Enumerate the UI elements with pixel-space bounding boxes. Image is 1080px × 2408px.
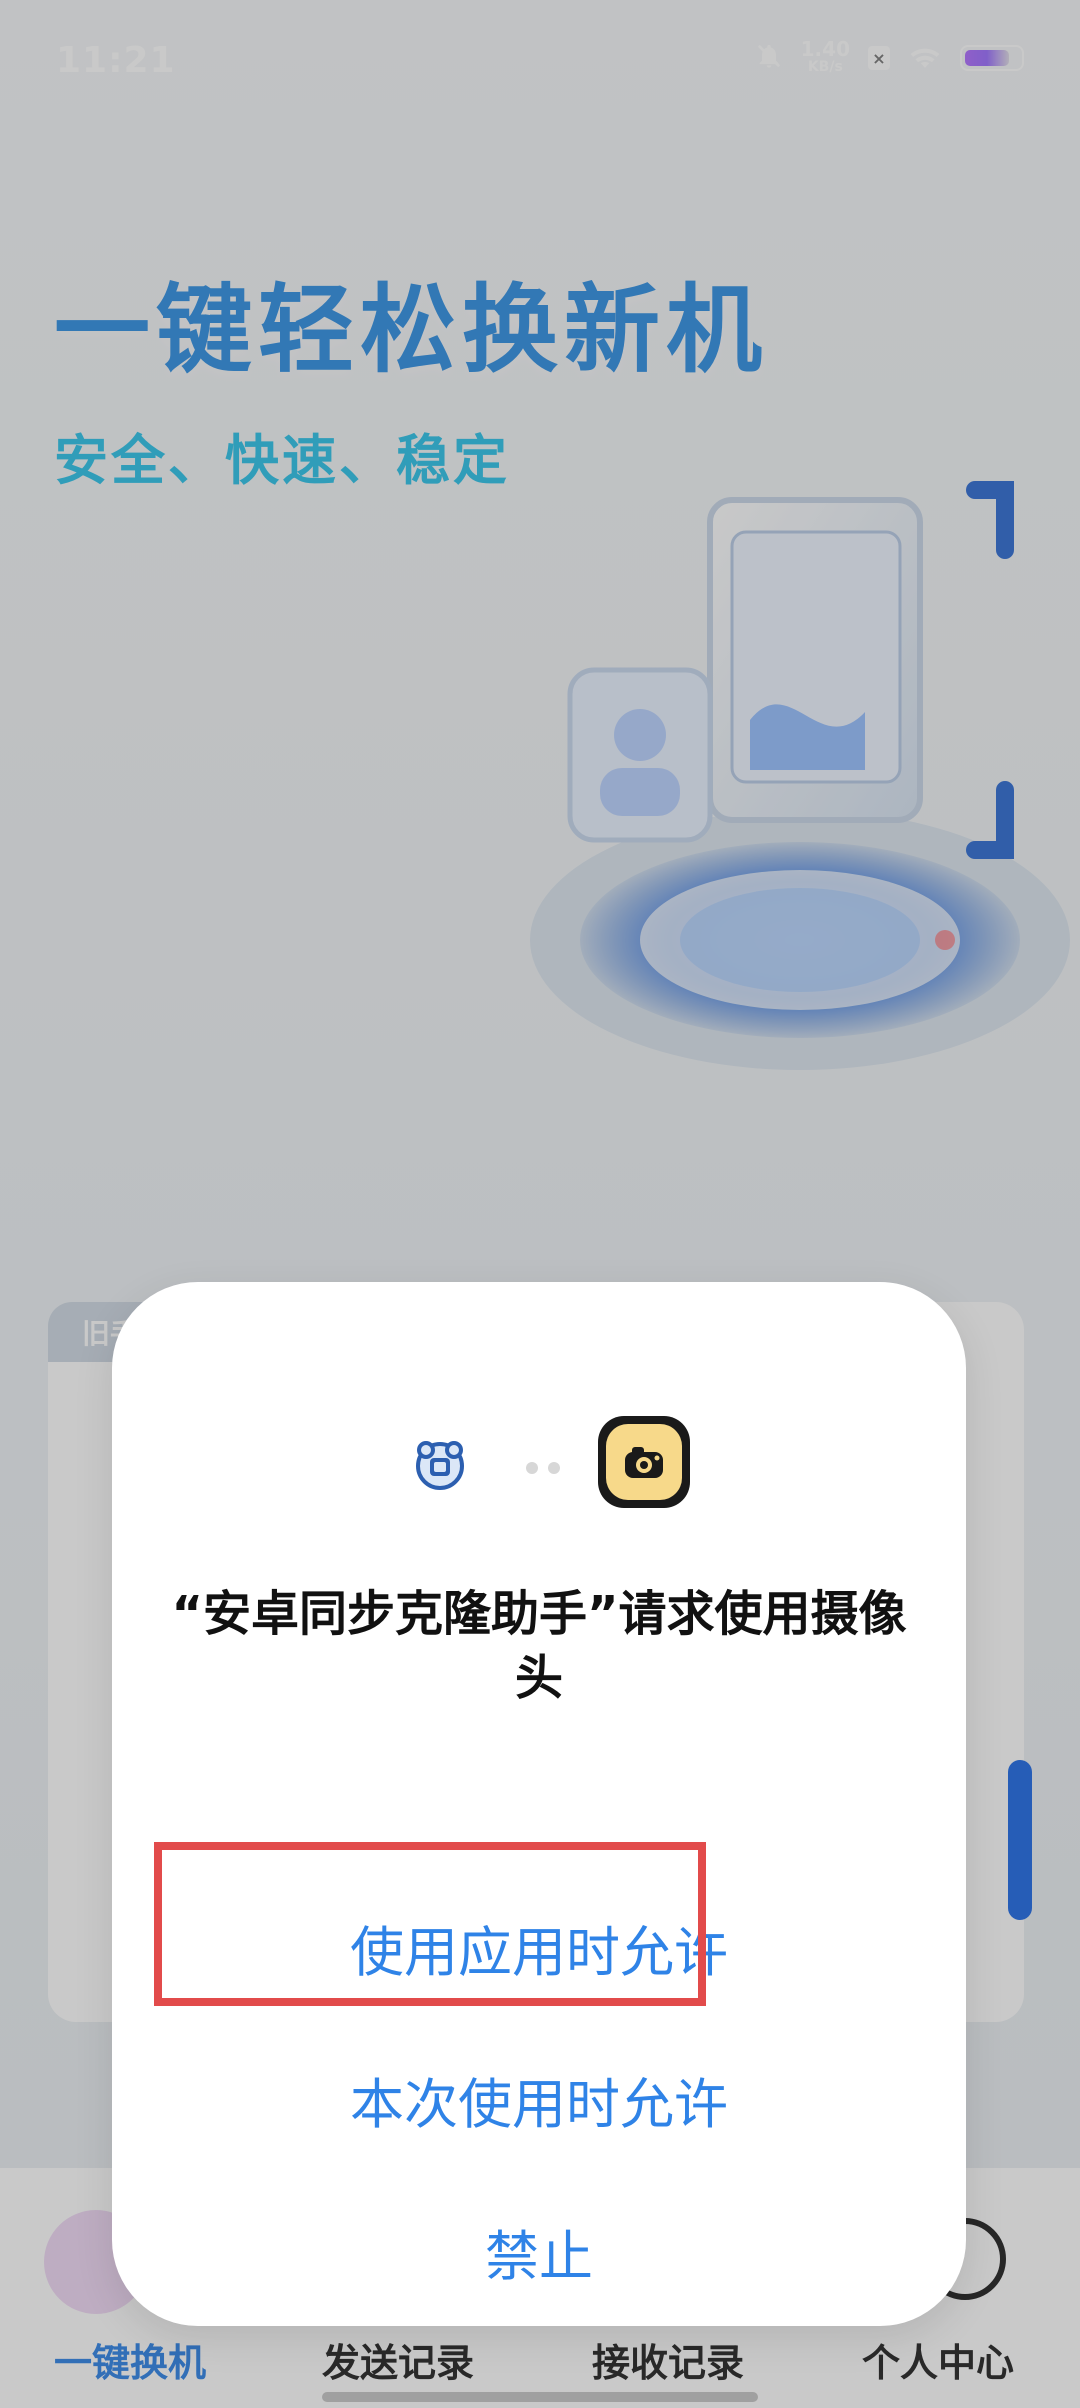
permission-title: “安卓同步克隆助手”请求使用摄像头 bbox=[171, 1586, 907, 1706]
allow-this-time-button[interactable]: 本次使用时允许 bbox=[112, 2060, 966, 2139]
permission-connector bbox=[526, 1462, 570, 1474]
app-icon bbox=[412, 1436, 468, 1492]
connector-dot bbox=[548, 1462, 560, 1474]
camera-icon bbox=[598, 1416, 690, 1508]
deny-button[interactable]: 禁止 bbox=[112, 2212, 966, 2291]
highlight-box bbox=[154, 1842, 706, 2006]
permission-icons bbox=[112, 1416, 966, 1526]
permission-dialog: “安卓同步克隆助手”请求使用摄像头 使用应用时允许 本次使用时允许 禁止 bbox=[112, 1282, 966, 2326]
connector-dot bbox=[526, 1462, 538, 1474]
camera-icon-inner bbox=[606, 1424, 682, 1500]
